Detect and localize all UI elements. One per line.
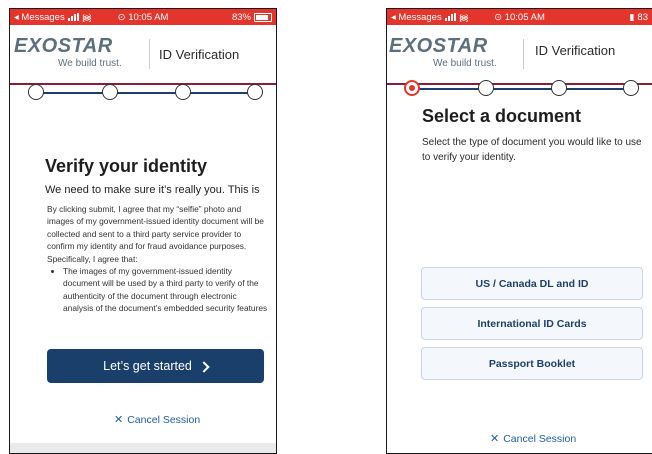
select-document-heading: Select a document [422,106,582,126]
step-4-icon [623,80,639,96]
cancel-session-link[interactable]: ✕ Cancel Session [490,433,576,445]
battery-icon: ▮ [629,11,635,22]
chevron-right-icon [198,360,210,373]
stepper-line [36,92,260,94]
battery-icon [254,12,272,22]
cancel-session-label: Cancel Session [503,433,577,445]
progress-stepper [404,78,644,100]
wifi-icon: ᯼ [458,12,469,24]
carrier-label: ◂ Messages [391,11,442,23]
status-bar: ◂ Messages ᯼ ⊙ 10:05 AM 83% [10,9,276,25]
us-canada-dl-button[interactable]: US / Canada DL and ID [421,267,643,300]
right-phone-screen: ◂ Messages ᯼ ⊙ 10:05 AM ▮ 83 EXOSTAR We … [386,8,652,454]
step-4-icon [247,84,263,100]
passport-booklet-button[interactable]: Passport Booklet [421,347,643,380]
consent-list: The images of my government-issued ident… [47,265,269,315]
close-icon: ✕ [490,432,500,445]
signal-icon [444,13,456,21]
step-1-icon [28,84,44,100]
status-bar: ◂ Messages ᯼ ⊙ 10:05 AM ▮ 83 [387,9,652,25]
header-divider [149,39,150,69]
logo-tagline: We build trust. [58,58,122,69]
exostar-logo: EXOSTAR [389,35,488,57]
signal-icon [67,13,79,21]
wifi-icon: ᯼ [81,12,92,24]
carrier-label: ◂ Messages [14,11,65,23]
logo-tagline: We build trust. [433,58,497,69]
international-id-button[interactable]: International ID Cards [421,307,643,340]
consent-text: By clicking submit, I agree that my “sel… [47,203,269,341]
step-1-active-icon [404,80,420,96]
verify-subheading: We need to make sure it’s really you. Th… [45,184,260,196]
select-document-description: Select the type of document you would li… [422,137,642,163]
app-header: EXOSTAR We build trust. ID Verification [387,25,652,85]
left-phone-screen: ◂ Messages ᯼ ⊙ 10:05 AM 83% EXOSTAR We b… [9,8,277,454]
step-3-icon [175,84,191,100]
close-icon: ✕ [114,413,124,426]
app-header: EXOSTAR We build trust. ID Verification [10,25,276,85]
get-started-label: Let’s get started [103,359,192,373]
page-title: ID Verification [159,47,240,62]
header-divider [523,39,524,69]
cancel-session-link[interactable]: ✕ Cancel Session [114,414,200,426]
exostar-logo: EXOSTAR [14,35,113,57]
consent-paragraph: By clicking submit, I agree that my “sel… [47,204,264,264]
page-title: ID Verification [535,43,616,58]
battery-percent: 83 [637,11,648,23]
battery-percent: 83% [231,11,251,23]
stepper-line [412,88,636,90]
get-started-button[interactable]: Let’s get started [47,349,264,383]
step-2-icon [478,80,494,96]
consent-bullet: The images of my government-issued ident… [63,265,269,315]
step-3-icon [551,80,567,96]
progress-stepper [28,82,268,104]
cancel-session-label: Cancel Session [127,414,201,426]
verify-heading: Verify your identity [45,156,208,176]
step-2-icon [102,84,118,100]
